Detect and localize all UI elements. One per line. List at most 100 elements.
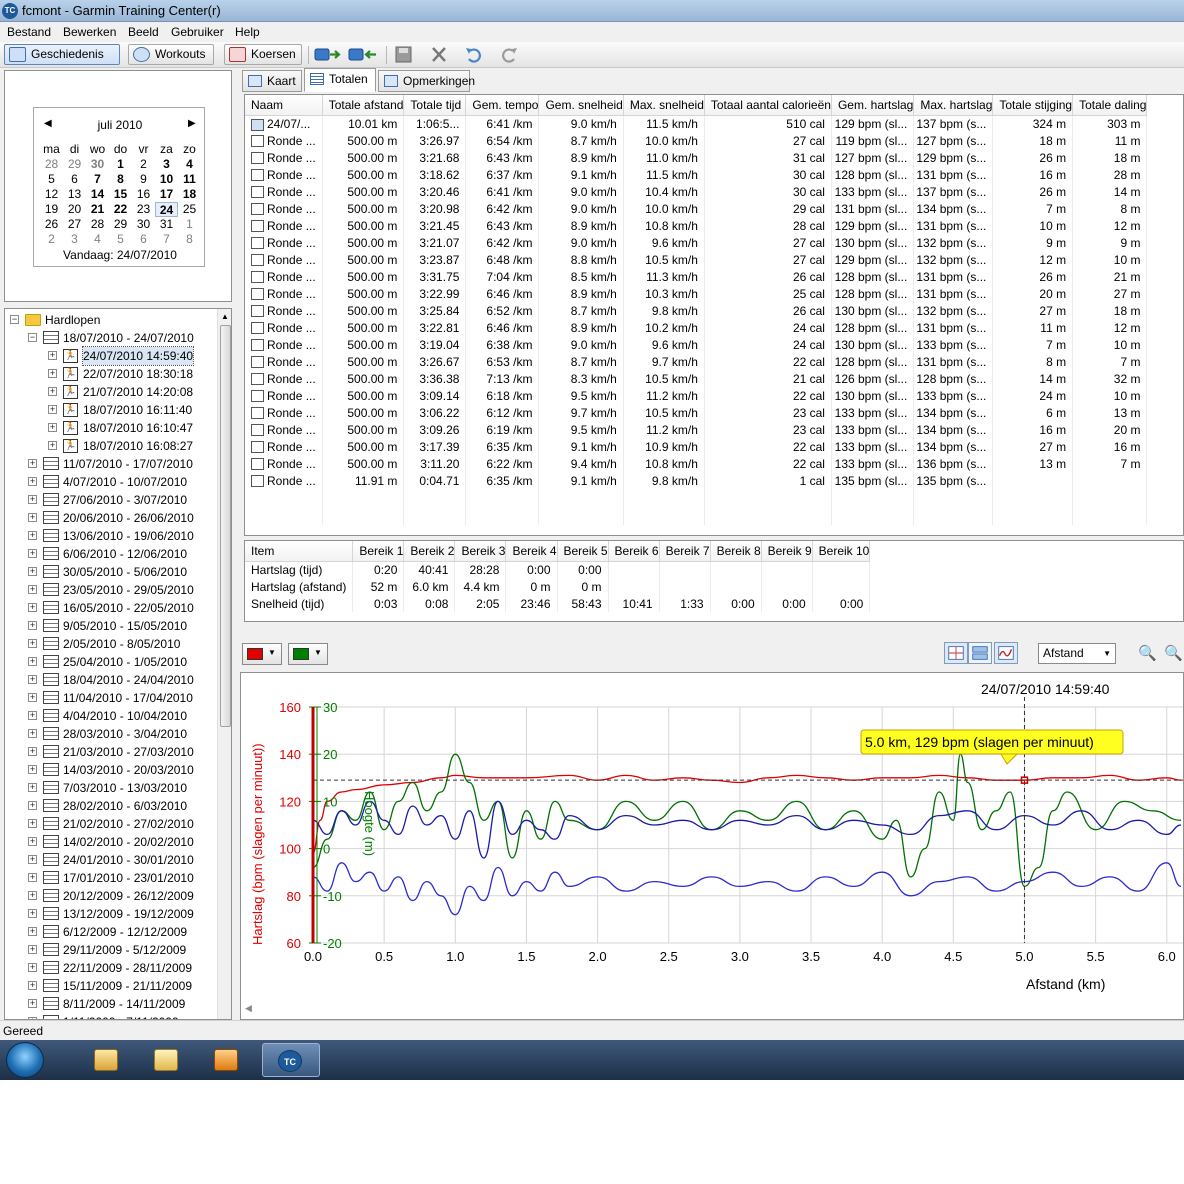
lap-row[interactable]: Ronde ... 500.00 m 3:21.07 6:42 /km 9.0 km/h…: [245, 234, 1148, 251]
calendar-day[interactable]: 1: [178, 217, 201, 232]
column-header[interactable]: Totale afstand: [322, 95, 405, 116]
calendar-day[interactable]: 21: [86, 202, 109, 217]
tree-week[interactable]: +30/05/2010 - 5/06/2010: [5, 563, 217, 581]
calendar-day[interactable]: 9: [132, 172, 155, 187]
lap-row[interactable]: Ronde ... 500.00 m 3:21.68 6:43 /km 8.9 km/h…: [245, 149, 1148, 166]
calendar-day[interactable]: 7: [155, 232, 178, 247]
calendar-day[interactable]: 5: [40, 172, 63, 187]
expander-icon[interactable]: +: [28, 747, 37, 756]
tree-week[interactable]: +21/03/2010 - 27/03/2010: [5, 743, 217, 761]
tree-week[interactable]: +17/01/2010 - 23/01/2010: [5, 869, 217, 887]
start-button[interactable]: [6, 1042, 44, 1078]
expander-icon[interactable]: +: [28, 729, 37, 738]
lap-row[interactable]: Ronde ... 500.00 m 3:21.45 6:43 /km 8.9 km/h…: [245, 217, 1148, 234]
expander-icon[interactable]: +: [28, 603, 37, 612]
tree-activity[interactable]: + 🏃 18/07/2010 16:11:40: [5, 401, 217, 419]
heartrate-color-button[interactable]: ▼: [242, 643, 282, 665]
column-header[interactable]: Bereik 7: [659, 541, 711, 562]
tree-week[interactable]: +1/11/2009 - 7/11/2009: [5, 1013, 217, 1019]
column-header[interactable]: Gem. tempo: [465, 95, 540, 116]
calendar-day[interactable]: 2: [40, 232, 63, 247]
calendar-day[interactable]: 5: [109, 232, 132, 247]
calendar-day[interactable]: 6: [63, 172, 86, 187]
tree-activity[interactable]: + 🏃 21/07/2010 14:20:08: [5, 383, 217, 401]
tree-week[interactable]: +25/04/2010 - 1/05/2010: [5, 653, 217, 671]
tree-root[interactable]: − Hardlopen: [5, 311, 217, 329]
receive-from-device-icon[interactable]: [348, 46, 378, 63]
tree-week[interactable]: +6/06/2010 - 12/06/2010: [5, 545, 217, 563]
calendar-day[interactable]: 19: [40, 202, 63, 217]
tree-week[interactable]: +23/05/2010 - 29/05/2010: [5, 581, 217, 599]
stacked-view-icon[interactable]: [968, 642, 992, 664]
expander-icon[interactable]: +: [48, 405, 57, 414]
lap-row[interactable]: Ronde ... 500.00 m 3:31.75 7:04 /km 8.5 km/h…: [245, 268, 1148, 285]
calendar-day[interactable]: 26: [40, 217, 63, 232]
tree-week[interactable]: +29/11/2009 - 5/12/2009: [5, 941, 217, 959]
line-view-icon[interactable]: [994, 642, 1018, 664]
expander-icon[interactable]: +: [28, 873, 37, 882]
tree-week[interactable]: +28/02/2010 - 6/03/2010: [5, 797, 217, 815]
column-header[interactable]: Max. hartslag: [913, 95, 994, 116]
tree-week[interactable]: +13/12/2009 - 19/12/2009: [5, 905, 217, 923]
expander-icon[interactable]: +: [48, 369, 57, 378]
next-month-icon[interactable]: ▶: [188, 118, 196, 129]
lap-row[interactable]: Ronde ... 500.00 m 3:22.99 6:46 /km 8.9 km/h…: [245, 285, 1148, 302]
expander-icon[interactable]: +: [28, 693, 37, 702]
column-header[interactable]: Gem. snelheid: [538, 95, 624, 116]
range-row[interactable]: Hartslag (tijd) 0:20 40:41 28:28 0:00 0:00: [245, 561, 871, 578]
undo-icon[interactable]: [464, 46, 484, 63]
calendar-day[interactable]: 31: [155, 217, 178, 232]
crosshair-view-icon[interactable]: [944, 642, 968, 664]
tree-week[interactable]: +11/07/2010 - 17/07/2010: [5, 455, 217, 473]
send-to-device-icon[interactable]: [314, 46, 344, 63]
calendar-day[interactable]: 29: [109, 217, 132, 232]
calendar-day[interactable]: 7: [86, 172, 109, 187]
expander-icon[interactable]: +: [28, 477, 37, 486]
lap-row[interactable]: Ronde ... 500.00 m 3:17.39 6:35 /km 9.1 km/h…: [245, 438, 1148, 455]
chart-scroll-left-icon[interactable]: ◀: [245, 1003, 252, 1014]
lap-row[interactable]: Ronde ... 500.00 m 3:11.20 6:22 /km 9.4 km/h…: [245, 455, 1148, 472]
calendar-day[interactable]: 16: [132, 187, 155, 202]
tree-week[interactable]: +9/05/2010 - 15/05/2010: [5, 617, 217, 635]
column-header[interactable]: Max. snelheid: [623, 95, 705, 116]
calendar-day[interactable]: 30: [132, 217, 155, 232]
expander-icon[interactable]: +: [28, 549, 37, 558]
column-header[interactable]: Totaal aantal calorieën: [704, 95, 832, 116]
calendar-day[interactable]: 22: [109, 202, 132, 217]
tree-week[interactable]: +22/11/2009 - 28/11/2009: [5, 959, 217, 977]
calendar-day[interactable]: 6: [132, 232, 155, 247]
column-header[interactable]: Item: [245, 541, 354, 562]
calendar-day-selected[interactable]: 24: [155, 202, 178, 217]
column-header[interactable]: Bereik 4: [505, 541, 558, 562]
taskbar-training-center[interactable]: TC: [262, 1043, 320, 1077]
expander-icon[interactable]: +: [28, 585, 37, 594]
menu-help[interactable]: Help: [235, 25, 260, 39]
calendar-day[interactable]: 23: [132, 202, 155, 217]
calendar-day[interactable]: 25: [178, 202, 201, 217]
calendar-day[interactable]: 29: [63, 157, 86, 172]
tree-week[interactable]: +8/11/2009 - 14/11/2009: [5, 995, 217, 1013]
menu-gebruiker[interactable]: Gebruiker: [171, 25, 224, 39]
expander-icon[interactable]: +: [28, 459, 37, 468]
calendar-day[interactable]: 4: [178, 157, 201, 172]
expander-icon[interactable]: +: [28, 765, 37, 774]
expander-icon[interactable]: +: [28, 999, 37, 1008]
elevation-color-button[interactable]: ▼: [288, 643, 328, 665]
lap-row[interactable]: Ronde ... 500.00 m 3:09.14 6:18 /km 9.5 km/h…: [245, 387, 1148, 404]
lap-row[interactable]: Ronde ... 500.00 m 3:36.38 7:13 /km 8.3 km/h…: [245, 370, 1148, 387]
lap-row[interactable]: Ronde ... 500.00 m 3:22.81 6:46 /km 8.9 km/h…: [245, 319, 1148, 336]
expander-icon[interactable]: +: [28, 657, 37, 666]
tree-week[interactable]: +2/05/2010 - 8/05/2010: [5, 635, 217, 653]
menu-bewerken[interactable]: Bewerken: [63, 25, 116, 39]
history-button[interactable]: Geschiedenis: [4, 44, 120, 65]
lap-row[interactable]: Ronde ... 500.00 m 3:19.04 6:38 /km 9.0 km/h…: [245, 336, 1148, 353]
tree-week[interactable]: +11/04/2010 - 17/04/2010: [5, 689, 217, 707]
tree-week[interactable]: − 18/07/2010 - 24/07/2010: [5, 329, 217, 347]
tree-activity[interactable]: + 🏃 18/07/2010 16:10:47: [5, 419, 217, 437]
expander-icon[interactable]: +: [28, 891, 37, 900]
expander-icon[interactable]: +: [28, 909, 37, 918]
column-header[interactable]: Bereik 8: [710, 541, 762, 562]
tree-week[interactable]: +6/12/2009 - 12/12/2009: [5, 923, 217, 941]
column-header[interactable]: Totale tijd: [403, 95, 467, 116]
column-header[interactable]: Totale stijging: [992, 95, 1074, 116]
